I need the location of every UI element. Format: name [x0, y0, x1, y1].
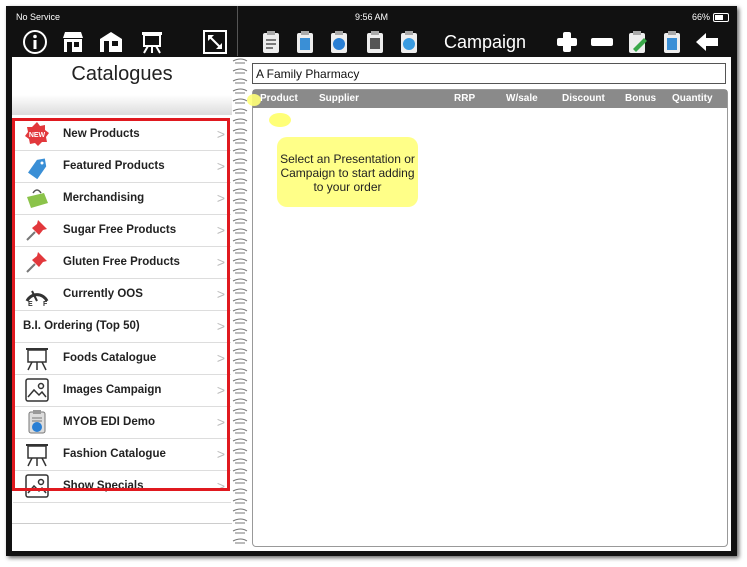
column-header-bonus[interactable]: Bonus — [625, 93, 656, 104]
sidebar-item-featured-products[interactable]: Featured Products > — [13, 151, 231, 183]
sidebar-item-label: Show Specials — [63, 480, 144, 492]
sidebar-item-label: Images Campaign — [63, 384, 162, 396]
back-arrow-icon[interactable] — [694, 29, 720, 55]
sidebar-item-images-campaign[interactable]: Images Campaign > — [13, 375, 231, 407]
shop-icon[interactable] — [60, 29, 86, 55]
chevron-right-icon: > — [216, 382, 225, 398]
sidebar-item-label: MYOB EDI Demo — [63, 416, 156, 428]
image-icon — [24, 377, 50, 403]
remove-icon[interactable] — [589, 29, 615, 55]
sidebar-item-label: Foods Catalogue — [63, 352, 157, 364]
sidebar-item-label: Currently OOS — [63, 288, 143, 300]
svg-text:NEW: NEW — [29, 132, 46, 139]
easel-icon[interactable] — [139, 29, 165, 55]
pushpin-icon — [24, 249, 50, 275]
sidebar-item-currently-oos[interactable]: EF Currently OOS > — [13, 279, 231, 311]
column-header-product[interactable]: Product — [260, 93, 298, 104]
sidebar-item-label: Merchandising — [63, 192, 145, 204]
column-header-supplier[interactable]: Supplier — [319, 93, 359, 104]
sidebar-item-show-specials[interactable]: Show Specials > — [13, 471, 231, 503]
store-icon[interactable] — [98, 29, 124, 55]
image-icon — [24, 473, 50, 499]
column-header-quantity[interactable]: Quantity — [672, 93, 713, 104]
table-header: Product Supplier RRP W/sale Discount Bon… — [253, 90, 727, 108]
sidebar-item-label: B.I. Ordering (Top 50) — [23, 320, 140, 332]
hint-bubble: Select an Presentation or Campaign to st… — [277, 137, 418, 207]
highlight-marker — [269, 113, 291, 127]
battery-icon — [713, 13, 729, 23]
calc-clipboard-icon[interactable] — [362, 29, 388, 55]
page-title: Campaign — [443, 32, 527, 52]
column-header-wsale[interactable]: W/sale — [506, 93, 538, 104]
add-icon[interactable] — [554, 29, 580, 55]
new-badge-icon: NEW — [24, 121, 50, 147]
doc-clipboard-icon[interactable] — [292, 29, 318, 55]
edit-clipboard-icon[interactable] — [624, 29, 650, 55]
sidebar-item-sugar-free[interactable]: Sugar Free Products > — [13, 215, 231, 247]
chevron-right-icon: > — [216, 478, 225, 494]
column-header-rrp[interactable]: RRP — [454, 93, 475, 104]
order-clipboard-icon[interactable] — [258, 29, 284, 55]
sidebar-item-myob-edi-demo[interactable]: MYOB EDI Demo > — [13, 407, 231, 439]
copy-clipboard-icon[interactable] — [659, 29, 685, 55]
chevron-right-icon: > — [216, 446, 225, 462]
resize-icon[interactable] — [202, 29, 228, 55]
battery-status: 66% — [691, 12, 729, 23]
customer-name-field[interactable]: A Family Pharmacy — [252, 63, 726, 84]
chevron-right-icon: > — [216, 190, 225, 206]
chevron-right-icon: > — [216, 126, 225, 142]
sidebar-item-gluten-free[interactable]: Gluten Free Products > — [13, 247, 231, 279]
chevron-right-icon: > — [216, 414, 225, 430]
chevron-right-icon: > — [216, 318, 225, 334]
column-header-discount[interactable]: Discount — [562, 93, 605, 104]
easel-icon — [24, 441, 50, 467]
sidebar-item-label: Sugar Free Products — [63, 224, 177, 236]
toolbar-divider — [237, 6, 238, 56]
spiral-binding — [232, 57, 250, 551]
svg-text:F: F — [43, 301, 48, 307]
sale-clipboard-icon[interactable] — [326, 29, 352, 55]
status-bar: No Service 9:56 AM 66% — [6, 6, 737, 26]
sidebar-header: Catalogues — [12, 57, 232, 115]
clock: 9:56 AM — [354, 12, 389, 22]
sidebar-item-label: Fashion Catalogue — [63, 448, 166, 460]
bag-icon — [24, 185, 50, 211]
fuel-gauge-icon: EF — [24, 281, 50, 308]
battery-percent: 66% — [691, 12, 710, 22]
sidebar-item-bi-ordering[interactable]: B.I. Ordering (Top 50) > — [13, 311, 231, 343]
chevron-right-icon: > — [216, 350, 225, 366]
sidebar-item-merchandising[interactable]: Merchandising > — [13, 183, 231, 215]
chevron-right-icon: > — [216, 254, 225, 270]
sale-clipboard-icon — [24, 409, 50, 435]
sidebar-item-fashion-catalogue[interactable]: Fashion Catalogue > — [13, 439, 231, 471]
sidebar-item-foods-catalogue[interactable]: Foods Catalogue > — [13, 343, 231, 375]
chevron-right-icon: > — [216, 286, 225, 302]
info-icon[interactable] — [22, 29, 48, 55]
catalogue-list: NEW New Products > Featured Products > M… — [13, 119, 231, 503]
easel-icon — [24, 345, 50, 371]
pushpin-icon — [24, 217, 50, 243]
chevron-right-icon: > — [216, 158, 225, 174]
sidebar-item-label: Featured Products — [63, 160, 165, 172]
highlight-marker — [247, 94, 261, 106]
sidebar-divider — [12, 523, 232, 524]
sidebar-title: Catalogues — [71, 63, 173, 85]
sidebar-item-label: New Products — [63, 128, 140, 140]
sidebar-item-label: Gluten Free Products — [63, 256, 180, 268]
sidebar-item-new-products[interactable]: NEW New Products > — [13, 119, 231, 151]
tag-icon — [24, 153, 50, 180]
chevron-right-icon: > — [216, 222, 225, 238]
svg-text:E: E — [28, 301, 33, 307]
